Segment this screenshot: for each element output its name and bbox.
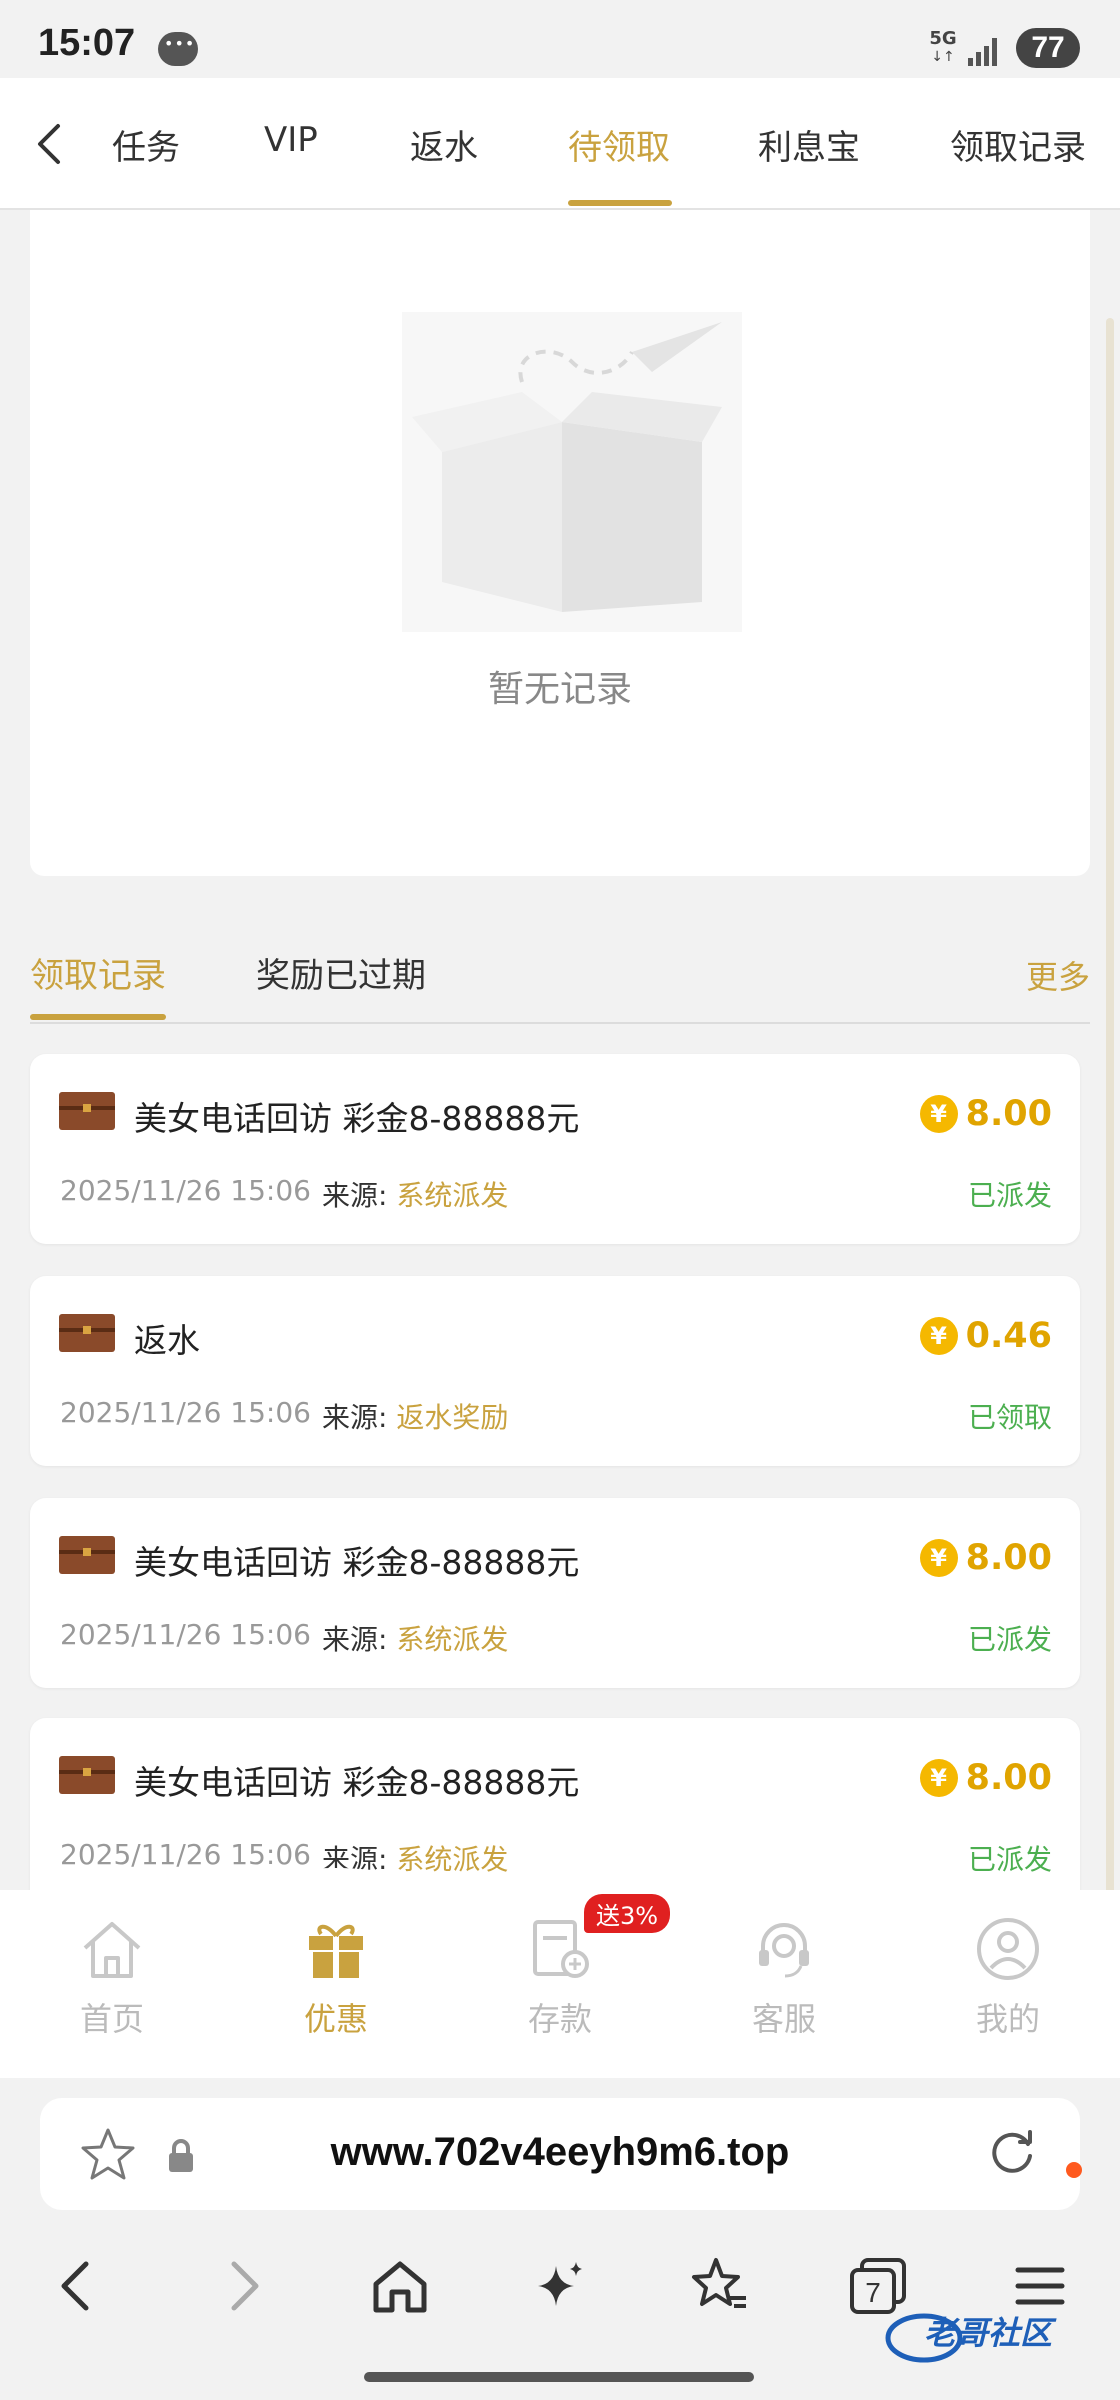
back-button[interactable] xyxy=(28,118,72,170)
url-bar[interactable]: www.702v4eeyh9m6.top xyxy=(40,2098,1080,2210)
treasure-chest-icon xyxy=(59,1092,115,1130)
record-amount: ¥8.00 xyxy=(919,1094,1052,1134)
empty-box-icon xyxy=(402,312,742,632)
record-card[interactable]: 美女电话回访 彩金8-88888元 ¥8.00 2025/11/26 15:06… xyxy=(30,1054,1080,1244)
record-source: 来源: 系统派发 xyxy=(322,1623,509,1656)
chevron-right-icon xyxy=(231,2261,259,2311)
home-icon xyxy=(83,1922,141,1978)
tabbar-profile[interactable]: 我的 xyxy=(928,1914,1088,2064)
record-source: 来源: 返水奖励 xyxy=(322,1401,509,1434)
record-amount: ¥0.46 xyxy=(919,1316,1052,1356)
record-status: 已派发 xyxy=(967,1179,1052,1212)
record-title: 美女电话回访 彩金8-88888元 xyxy=(134,1099,580,1138)
coin-icon: ¥ xyxy=(919,1759,958,1797)
divider xyxy=(30,1022,1090,1024)
bottom-tab-bar: 首页 优惠 存款 客服 我的 xyxy=(0,1868,1120,2078)
tab-claim-records[interactable]: 领取记录 xyxy=(950,120,1086,169)
browser-home-button[interactable] xyxy=(368,2254,432,2318)
tab-vip[interactable]: VIP xyxy=(264,120,318,160)
tabbar-deposit[interactable]: 存款 xyxy=(480,1914,640,2064)
svg-text:7: 7 xyxy=(865,2277,881,2308)
record-status: 已派发 xyxy=(967,1843,1052,1876)
tab-expired-rewards[interactable]: 奖励已过期 xyxy=(256,948,426,997)
coin-icon: ¥ xyxy=(919,1539,958,1577)
empty-text: 暂无记录 xyxy=(487,669,632,710)
record-amount: ¥8.00 xyxy=(919,1538,1052,1578)
tab-claim-history[interactable]: 领取记录 xyxy=(30,948,166,997)
tab-interest[interactable]: 利息宝 xyxy=(758,120,860,169)
scrollbar[interactable] xyxy=(1106,318,1114,1918)
record-date: 2025/11/26 15:06 xyxy=(60,1396,311,1429)
reload-icon[interactable] xyxy=(984,2126,1040,2182)
menu-notification-dot xyxy=(1066,2162,1082,2178)
url-text[interactable]: www.702v4eeyh9m6.top xyxy=(40,2130,1080,2175)
tabbar-promotions[interactable]: 优惠 xyxy=(256,1914,416,2064)
deposit-bonus-badge: 送3% xyxy=(584,1894,671,1933)
watermark-logo: 老哥社区 xyxy=(884,2300,1104,2370)
headset-icon xyxy=(759,1923,809,1978)
gift-icon xyxy=(309,1924,363,1978)
home-indicator[interactable] xyxy=(364,2372,754,2382)
record-source: 来源: 系统派发 xyxy=(322,1179,509,1212)
record-date: 2025/11/26 15:06 xyxy=(60,1618,311,1651)
user-icon xyxy=(977,1918,1039,1980)
record-title: 返水 xyxy=(134,1321,200,1360)
chevron-left-icon xyxy=(61,2261,89,2311)
more-link[interactable]: 更多 xyxy=(1026,952,1090,998)
tab-task[interactable]: 任务 xyxy=(112,120,180,169)
message-notification-icon xyxy=(158,32,198,66)
network-indicator: 5G ↓↑ xyxy=(929,28,957,66)
treasure-chest-icon xyxy=(59,1536,115,1574)
sparkle-icon xyxy=(538,2262,582,2306)
top-nav: 任务 VIP 返水 待领取 利息宝 领取记录 xyxy=(0,78,1120,210)
browser-bookmarks-button[interactable] xyxy=(688,2254,752,2318)
records-tab-indicator xyxy=(30,1014,166,1020)
coin-icon: ¥ xyxy=(919,1317,958,1355)
record-status: 已领取 xyxy=(967,1401,1052,1434)
tab-pending[interactable]: 待领取 xyxy=(568,120,670,169)
tab-rebate[interactable]: 返水 xyxy=(410,120,478,169)
record-date: 2025/11/26 15:06 xyxy=(60,1174,311,1207)
record-status: 已派发 xyxy=(967,1623,1052,1656)
bookmark-star-icon xyxy=(692,2258,746,2308)
status-bar: 15:07 5G↓↑ 77 xyxy=(0,0,1120,78)
browser-ai-button[interactable] xyxy=(528,2254,592,2318)
record-title: 美女电话回访 彩金8-88888元 xyxy=(134,1543,580,1582)
coin-icon: ¥ xyxy=(919,1095,958,1133)
status-time: 15:07 xyxy=(38,22,136,64)
record-title: 美女电话回访 彩金8-88888元 xyxy=(134,1763,580,1802)
chevron-left-icon xyxy=(38,124,60,164)
record-card[interactable]: 美女电话回访 彩金8-88888元 ¥8.00 2025/11/26 15:06… xyxy=(30,1718,1080,1908)
pending-empty-card: 暂无记录 xyxy=(30,210,1090,876)
home-icon xyxy=(373,2261,427,2313)
browser-forward-button[interactable] xyxy=(210,2254,274,2318)
signal-icon xyxy=(968,34,1004,66)
tabbar-home[interactable]: 首页 xyxy=(32,1914,192,2064)
record-card[interactable]: 美女电话回访 彩金8-88888元 ¥8.00 2025/11/26 15:06… xyxy=(30,1498,1080,1688)
tabbar-support[interactable]: 客服 xyxy=(704,1914,864,2064)
record-card[interactable]: 返水 ¥0.46 2025/11/26 15:06 来源: 返水奖励 已领取 xyxy=(30,1276,1080,1466)
record-amount: ¥8.00 xyxy=(919,1758,1052,1798)
treasure-chest-icon xyxy=(59,1314,115,1352)
battery-indicator: 77 xyxy=(1016,28,1080,68)
browser-back-button[interactable] xyxy=(46,2254,110,2318)
treasure-chest-icon xyxy=(59,1756,115,1794)
active-tab-indicator xyxy=(568,200,672,206)
record-date: 2025/11/26 15:06 xyxy=(60,1838,311,1871)
